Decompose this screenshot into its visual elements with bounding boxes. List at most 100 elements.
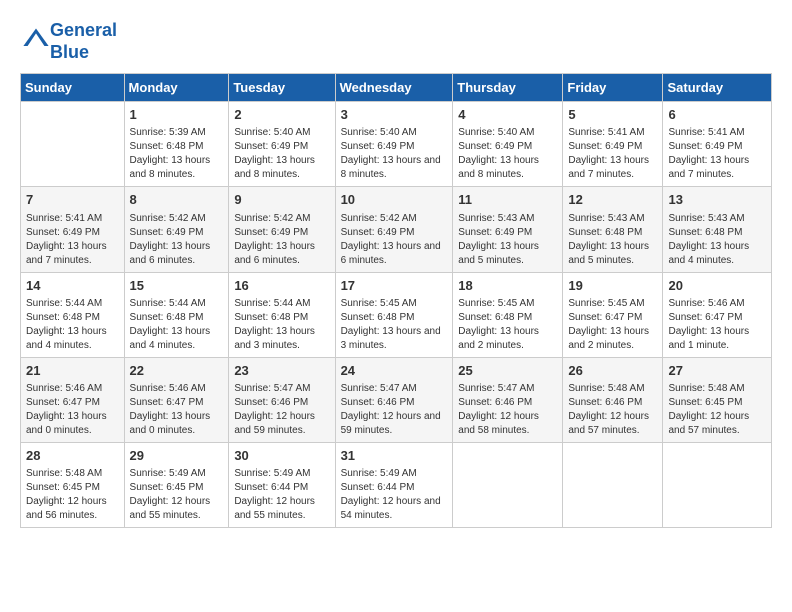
day-number: 16 [234,277,329,295]
day-info: Sunrise: 5:42 AMSunset: 6:49 PMDaylight:… [130,212,224,268]
calendar-cell: 16 Sunrise: 5:44 AMSunset: 6:48 PMDayligh… [229,272,335,357]
day-info: Sunrise: 5:41 AMSunset: 6:49 PMDaylight:… [26,212,119,268]
calendar-cell: 5Sunrise: 5:41 AMSunset: 6:49 PMDaylight… [563,102,663,187]
calendar-cell: 19 Sunrise: 5:45 AMSunset: 6:47 PMDayligh… [563,272,663,357]
day-number: 20 [668,277,766,295]
calendar-cell: 29 Sunrise: 5:49 AMSunset: 6:45 PMDayligh… [124,442,229,527]
calendar-cell: 24Sunrise: 5:47 AMSunset: 6:46 PMDayligh… [335,357,453,442]
calendar-cell: 26 Sunrise: 5:48 AMSunset: 6:46 PMDayligh… [563,357,663,442]
col-header-saturday: Saturday [663,74,772,102]
day-info: Sunrise: 5:45 AMSunset: 6:48 PMDaylight:… [458,297,557,353]
day-number: 30 [234,447,329,465]
calendar-cell: 20 Sunrise: 5:46 AMSunset: 6:47 PMDayligh… [663,272,772,357]
calendar-cell [453,442,563,527]
day-number: 19 [568,277,657,295]
day-number: 26 [568,362,657,380]
calendar-cell: 12 Sunrise: 5:43 AMSunset: 6:48 PMDayligh… [563,187,663,272]
day-info: Sunrise: 5:45 AMSunset: 6:48 PMDaylight:… [341,297,448,353]
day-number: 23 [234,362,329,380]
calendar-cell: 17 Sunrise: 5:45 AMSunset: 6:48 PMDayligh… [335,272,453,357]
day-info: Sunrise: 5:48 AMSunset: 6:45 PMDaylight:… [668,382,766,438]
col-header-friday: Friday [563,74,663,102]
calendar-week-row: 1Sunrise: 5:39 AMSunset: 6:48 PMDaylight… [21,102,772,187]
calendar-cell: 15 Sunrise: 5:44 AMSunset: 6:48 PMDayligh… [124,272,229,357]
day-number: 9 [234,191,329,209]
day-number: 7 [26,191,119,209]
calendar-cell: 27 Sunrise: 5:48 AMSunset: 6:45 PMDayligh… [663,357,772,442]
day-info: Sunrise: 5:49 AMSunset: 6:45 PMDaylight:… [130,467,224,523]
calendar-week-row: 21 Sunrise: 5:46 AMSunset: 6:47 PMDayligh… [21,357,772,442]
day-info: Sunrise: 5:49 AMSunset: 6:44 PMDaylight:… [341,467,448,523]
logo-text: General Blue [50,20,117,63]
day-number: 17 [341,277,448,295]
day-info: Sunrise: 5:43 AMSunset: 6:49 PMDaylight:… [458,212,557,268]
calendar-cell: 1Sunrise: 5:39 AMSunset: 6:48 PMDaylight… [124,102,229,187]
day-number: 15 [130,277,224,295]
day-info: Sunrise: 5:47 AMSunset: 6:46 PMDaylight:… [458,382,557,438]
calendar-cell: 18 Sunrise: 5:45 AMSunset: 6:48 PMDayligh… [453,272,563,357]
logo: General Blue [20,20,117,63]
calendar-cell: 31 Sunrise: 5:49 AMSunset: 6:44 PMDayligh… [335,442,453,527]
day-info: Sunrise: 5:42 AMSunset: 6:49 PMDaylight:… [341,212,448,268]
day-info: Sunrise: 5:47 AMSunset: 6:46 PMDaylight:… [234,382,329,438]
calendar-cell [21,102,125,187]
calendar-week-row: 14 Sunrise: 5:44 AMSunset: 6:48 PMDayligh… [21,272,772,357]
calendar-cell: 8 Sunrise: 5:42 AMSunset: 6:49 PMDaylight… [124,187,229,272]
calendar-cell: 7 Sunrise: 5:41 AMSunset: 6:49 PMDaylight… [21,187,125,272]
day-number: 11 [458,191,557,209]
day-number: 6 [668,106,766,124]
col-header-monday: Monday [124,74,229,102]
day-number: 12 [568,191,657,209]
day-info: Sunrise: 5:45 AMSunset: 6:47 PMDaylight:… [568,297,657,353]
day-number: 28 [26,447,119,465]
calendar-cell: 28 Sunrise: 5:48 AMSunset: 6:45 PMDayligh… [21,442,125,527]
calendar-cell: 22Sunrise: 5:46 AMSunset: 6:47 PMDayligh… [124,357,229,442]
day-number: 4 [458,106,557,124]
calendar-cell: 11 Sunrise: 5:43 AMSunset: 6:49 PMDayligh… [453,187,563,272]
day-number: 21 [26,362,119,380]
day-info: Sunrise: 5:43 AMSunset: 6:48 PMDaylight:… [568,212,657,268]
calendar-cell: 10 Sunrise: 5:42 AMSunset: 6:49 PMDayligh… [335,187,453,272]
calendar-cell: 6 Sunrise: 5:41 AMSunset: 6:49 PMDaylight… [663,102,772,187]
calendar-cell: 23 Sunrise: 5:47 AMSunset: 6:46 PMDayligh… [229,357,335,442]
day-number: 3 [341,106,448,124]
col-header-tuesday: Tuesday [229,74,335,102]
calendar-cell: 21Sunrise: 5:46 AMSunset: 6:47 PMDayligh… [21,357,125,442]
calendar-cell: 2 Sunrise: 5:40 AMSunset: 6:49 PMDaylight… [229,102,335,187]
day-number: 10 [341,191,448,209]
col-header-sunday: Sunday [21,74,125,102]
day-info: Sunrise: 5:40 AMSunset: 6:49 PMDaylight:… [234,126,329,182]
day-number: 25 [458,362,557,380]
calendar-cell: 14 Sunrise: 5:44 AMSunset: 6:48 PMDayligh… [21,272,125,357]
day-number: 27 [668,362,766,380]
day-info: Sunrise: 5:42 AMSunset: 6:49 PMDaylight:… [234,212,329,268]
day-number: 8 [130,191,224,209]
col-header-wednesday: Wednesday [335,74,453,102]
page-header: General Blue [20,20,772,63]
day-info: Sunrise: 5:43 AMSunset: 6:48 PMDaylight:… [668,212,766,268]
calendar-week-row: 7 Sunrise: 5:41 AMSunset: 6:49 PMDaylight… [21,187,772,272]
day-info: Sunrise: 5:41 AMSunset: 6:49 PMDaylight:… [568,126,657,182]
day-number: 14 [26,277,119,295]
day-info: Sunrise: 5:48 AMSunset: 6:45 PMDaylight:… [26,467,119,523]
day-number: 1 [130,106,224,124]
col-header-thursday: Thursday [453,74,563,102]
day-number: 24 [341,362,448,380]
day-info: Sunrise: 5:46 AMSunset: 6:47 PMDaylight:… [130,382,224,438]
day-info: Sunrise: 5:44 AMSunset: 6:48 PMDaylight:… [130,297,224,353]
day-number: 13 [668,191,766,209]
logo-icon [22,25,50,53]
calendar-cell: 3Sunrise: 5:40 AMSunset: 6:49 PMDaylight… [335,102,453,187]
day-info: Sunrise: 5:41 AMSunset: 6:49 PMDaylight:… [668,126,766,182]
calendar-cell [563,442,663,527]
calendar-cell: 13 Sunrise: 5:43 AMSunset: 6:48 PMDayligh… [663,187,772,272]
day-number: 18 [458,277,557,295]
calendar-cell: 25 Sunrise: 5:47 AMSunset: 6:46 PMDayligh… [453,357,563,442]
day-number: 29 [130,447,224,465]
day-info: Sunrise: 5:46 AMSunset: 6:47 PMDaylight:… [668,297,766,353]
day-info: Sunrise: 5:44 AMSunset: 6:48 PMDaylight:… [234,297,329,353]
day-number: 2 [234,106,329,124]
day-info: Sunrise: 5:48 AMSunset: 6:46 PMDaylight:… [568,382,657,438]
day-info: Sunrise: 5:44 AMSunset: 6:48 PMDaylight:… [26,297,119,353]
day-number: 31 [341,447,448,465]
